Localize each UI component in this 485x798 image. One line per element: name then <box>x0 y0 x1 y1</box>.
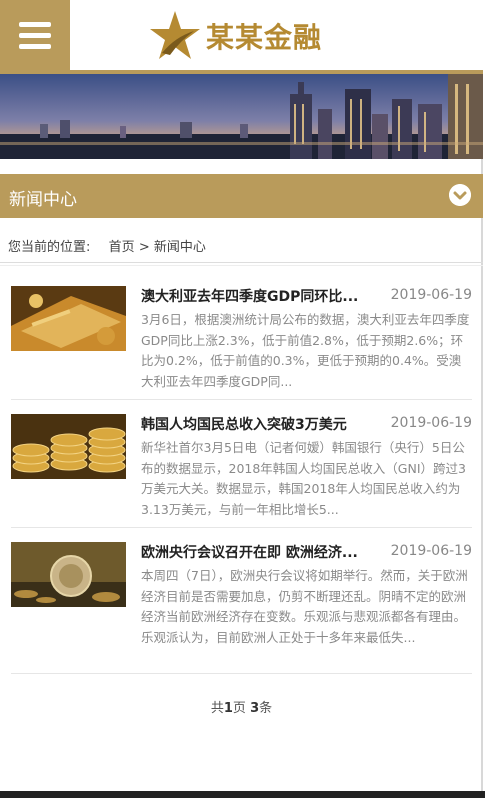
breadcrumb-current-link[interactable]: 新闻中心 <box>154 240 206 255</box>
pager-page-count: 1 <box>223 701 233 716</box>
pagination: 共1页 3条 <box>0 697 483 716</box>
pager-text: 条 <box>259 701 273 716</box>
news-title[interactable]: 澳大利亚去年四季度GDP同环比... <box>141 286 381 306</box>
divider <box>0 262 483 263</box>
chevron-down-icon[interactable] <box>449 184 471 206</box>
banner-image <box>0 74 483 159</box>
logo-text: 某某金融 <box>206 21 323 54</box>
hamburger-menu-icon[interactable] <box>0 0 70 70</box>
news-thumbnail[interactable] <box>11 414 126 479</box>
breadcrumb-separator: > <box>138 240 150 255</box>
news-summary: 本周四（7日），欧洲央行会议将如期举行。然而，关于欧洲经济目前是否需要加息，仍剪… <box>141 568 468 645</box>
breadcrumb-prefix: 您当前的位置: <box>8 240 91 255</box>
news-title[interactable]: 韩国人均国民总收入突破3万美元 <box>141 414 381 434</box>
news-date: 2019-06-19 <box>390 415 472 431</box>
header: 某某金融 <box>0 0 483 74</box>
news-thumbnail[interactable] <box>11 542 126 607</box>
section-header: 新闻中心 <box>0 174 483 218</box>
pager-item-count: 3 <box>250 701 260 716</box>
pager-text: 页 <box>232 701 251 716</box>
divider <box>11 673 472 674</box>
news-title[interactable]: 欧洲央行会议召开在即 欧洲经济... <box>141 542 381 562</box>
news-summary: 3月6日，根据澳洲统计局公布的数据，澳大利亚去年四季度GDP同比上涨2.3%，低… <box>141 312 470 389</box>
news-date: 2019-06-19 <box>390 287 472 303</box>
logo[interactable]: 某某金融 <box>148 8 322 64</box>
star-logo-icon <box>150 11 200 59</box>
pager-text: 共 <box>210 701 224 716</box>
list-item[interactable]: 韩国人均国民总收入突破3万美元 2019-06-19 新华社首尔3月5日电（记者… <box>11 414 472 540</box>
divider <box>0 265 483 266</box>
news-thumbnail[interactable] <box>11 286 126 351</box>
section-title: 新闻中心 <box>9 190 77 210</box>
list-item[interactable]: 欧洲央行会议召开在即 欧洲经济... 2019-06-19 本周四（7日），欧洲… <box>11 542 472 668</box>
news-date: 2019-06-19 <box>390 543 472 559</box>
breadcrumb-home-link[interactable]: 首页 <box>109 240 135 255</box>
breadcrumb: 您当前的位置: 首页 > 新闻中心 <box>8 236 206 255</box>
list-item[interactable]: 澳大利亚去年四季度GDP同环比... 2019-06-19 3月6日，根据澳洲统… <box>11 286 472 412</box>
divider <box>11 399 472 400</box>
divider <box>11 527 472 528</box>
news-summary: 新华社首尔3月5日电（记者何嫒）韩国银行（央行）5日公布的数据显示，2018年韩… <box>141 440 466 517</box>
bottom-bar <box>0 791 485 798</box>
